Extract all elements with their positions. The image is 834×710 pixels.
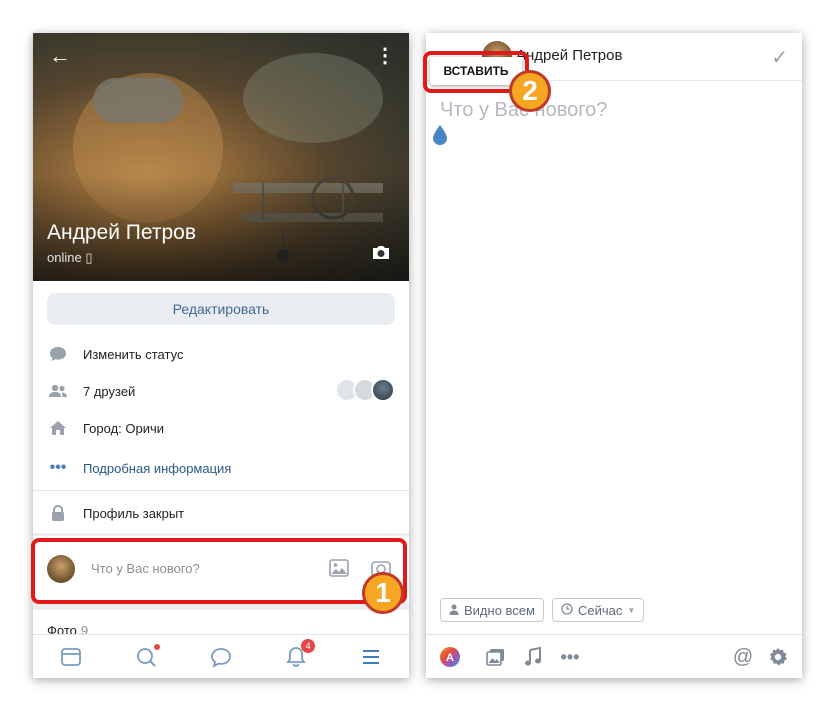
step-marker-2: 2	[509, 70, 551, 112]
gear-icon[interactable]	[766, 645, 790, 669]
attachment-toolbar: A ••• @	[426, 634, 802, 678]
details-link[interactable]: ••• Подробная информация	[47, 457, 232, 479]
tab-news[interactable]	[59, 645, 83, 669]
checkmark-icon[interactable]: ✓	[771, 45, 788, 70]
bottom-tab-bar: 4	[33, 634, 409, 678]
music-icon[interactable]	[521, 645, 545, 669]
divider	[33, 490, 409, 491]
text-cursor-handle-icon[interactable]	[431, 124, 449, 146]
clock-icon	[561, 602, 573, 618]
closed-profile-row: Профиль закрыт	[47, 502, 184, 524]
visibility-chip[interactable]: Видно всем	[440, 598, 544, 622]
new-post-highlight	[31, 538, 407, 604]
post-options: Видно всем Сейчас ▼	[440, 598, 645, 622]
city-row: Город: Оричи	[47, 417, 164, 439]
lock-icon	[47, 502, 69, 524]
profile-cover-photo[interactable]: ← ⋮ Андрей Петров online ▯	[33, 33, 409, 281]
change-status-label: Изменить статус	[83, 346, 184, 362]
friends-count-label: 7 друзей	[83, 383, 136, 399]
home-icon	[47, 417, 69, 439]
friends-row[interactable]: 7 друзей	[47, 380, 135, 402]
message-bubble-icon	[211, 647, 231, 668]
speech-bubble-icon	[47, 343, 69, 365]
new-post-screen: Андрей Петров ✓ ВСТАВИТЬ Что у Вас новог…	[426, 33, 802, 678]
tab-notifications[interactable]: 4	[284, 638, 316, 669]
tab-menu[interactable]	[359, 645, 383, 669]
friend-avatar[interactable]	[371, 378, 395, 402]
unread-dot	[153, 643, 160, 650]
search-icon	[136, 647, 156, 667]
text-style-icon[interactable]: A	[438, 645, 462, 669]
ellipsis-icon: •••	[49, 459, 67, 476]
visibility-label: Видно всем	[464, 602, 535, 618]
friend-avatars[interactable]	[335, 378, 395, 402]
profile-name: Андрей Петров	[47, 221, 196, 244]
chevron-down-icon: ▼	[627, 605, 636, 615]
friends-icon	[47, 380, 69, 402]
screenshot-stage: ← ⋮ Андрей Петров online ▯ Редактировать…	[0, 0, 834, 710]
tab-search[interactable]	[134, 643, 160, 669]
mention-icon[interactable]: @	[731, 645, 755, 669]
city-label: Город: Оричи	[83, 420, 165, 436]
step-marker-1: 1	[362, 572, 404, 614]
tab-messages[interactable]	[209, 645, 233, 669]
hamburger-menu-icon	[363, 649, 380, 664]
cover-bokeh	[243, 53, 383, 143]
more-attachments-icon[interactable]: •••	[558, 645, 582, 669]
news-icon	[60, 647, 81, 666]
cover-goggles-shape	[93, 78, 183, 123]
post-author-name: Андрей Петров	[516, 47, 623, 64]
back-arrow-icon[interactable]: ←	[49, 45, 71, 67]
online-status: online ▯	[47, 250, 93, 265]
camera-icon[interactable]	[371, 245, 391, 260]
more-menu-icon[interactable]: ⋮	[375, 45, 395, 67]
post-time-label: Сейчас	[577, 602, 623, 618]
change-status-row[interactable]: Изменить статус	[47, 343, 183, 365]
online-status-text: online	[47, 250, 82, 265]
person-icon	[449, 603, 459, 618]
post-time-chip[interactable]: Сейчас ▼	[551, 598, 645, 622]
notifications-badge: 4	[301, 638, 316, 653]
details-label: Подробная информация	[83, 460, 232, 476]
closed-profile-label: Профиль закрыт	[83, 505, 185, 521]
svg-text:A: A	[446, 652, 454, 664]
edit-profile-button[interactable]: Редактировать	[47, 293, 395, 325]
photo-attach-icon[interactable]	[484, 645, 508, 669]
